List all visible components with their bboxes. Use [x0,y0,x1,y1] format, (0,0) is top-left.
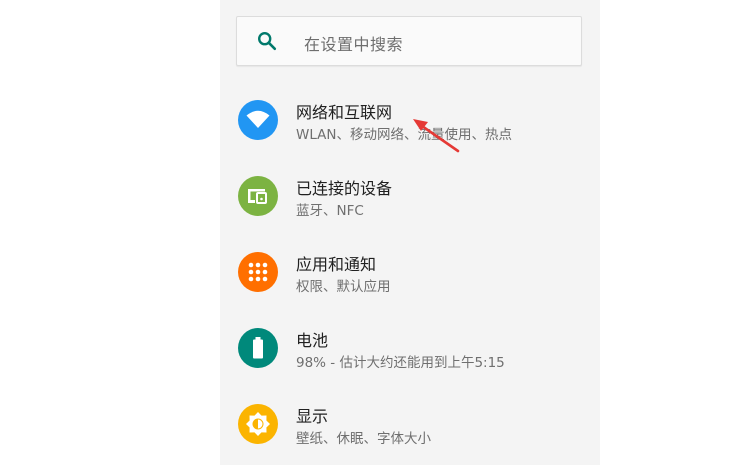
settings-item-display[interactable]: 显示 壁纸、休眠、字体大小 [220,386,600,462]
settings-panel: 在设置中搜索 网络和互联网 WLAN、移动网络、流量使用、热点 已连接的设备 蓝… [220,0,600,465]
settings-item-network[interactable]: 网络和互联网 WLAN、移动网络、流量使用、热点 [220,82,600,158]
settings-item-title: 应用和通知 [296,255,377,274]
settings-item-apps[interactable]: 应用和通知 权限、默认应用 [220,234,600,310]
search-placeholder: 在设置中搜索 [304,35,404,54]
search-icon [258,32,277,51]
settings-item-subtitle: 权限、默认应用 [296,279,391,295]
settings-item-title: 网络和互联网 [296,103,393,122]
search-bar[interactable]: 在设置中搜索 [236,16,582,66]
connected-devices-icon [238,176,278,216]
settings-item-title: 显示 [296,407,329,426]
battery-icon [238,328,278,368]
settings-item-subtitle: 壁纸、休眠、字体大小 [296,431,431,447]
brightness-icon [238,404,278,444]
settings-item-title: 已连接的设备 [296,179,393,198]
wifi-icon [238,100,278,140]
settings-item-subtitle: WLAN、移动网络、流量使用、热点 [296,127,513,143]
settings-list: 网络和互联网 WLAN、移动网络、流量使用、热点 已连接的设备 蓝牙、NFC 应… [220,82,600,462]
apps-grid-icon [238,252,278,292]
settings-item-subtitle: 蓝牙、NFC [296,203,364,219]
settings-item-subtitle: 98% - 估计大约还能用到上午5:15 [296,355,505,371]
settings-item-battery[interactable]: 电池 98% - 估计大约还能用到上午5:15 [220,310,600,386]
settings-item-title: 电池 [296,331,329,350]
settings-item-connected-devices[interactable]: 已连接的设备 蓝牙、NFC [220,158,600,234]
